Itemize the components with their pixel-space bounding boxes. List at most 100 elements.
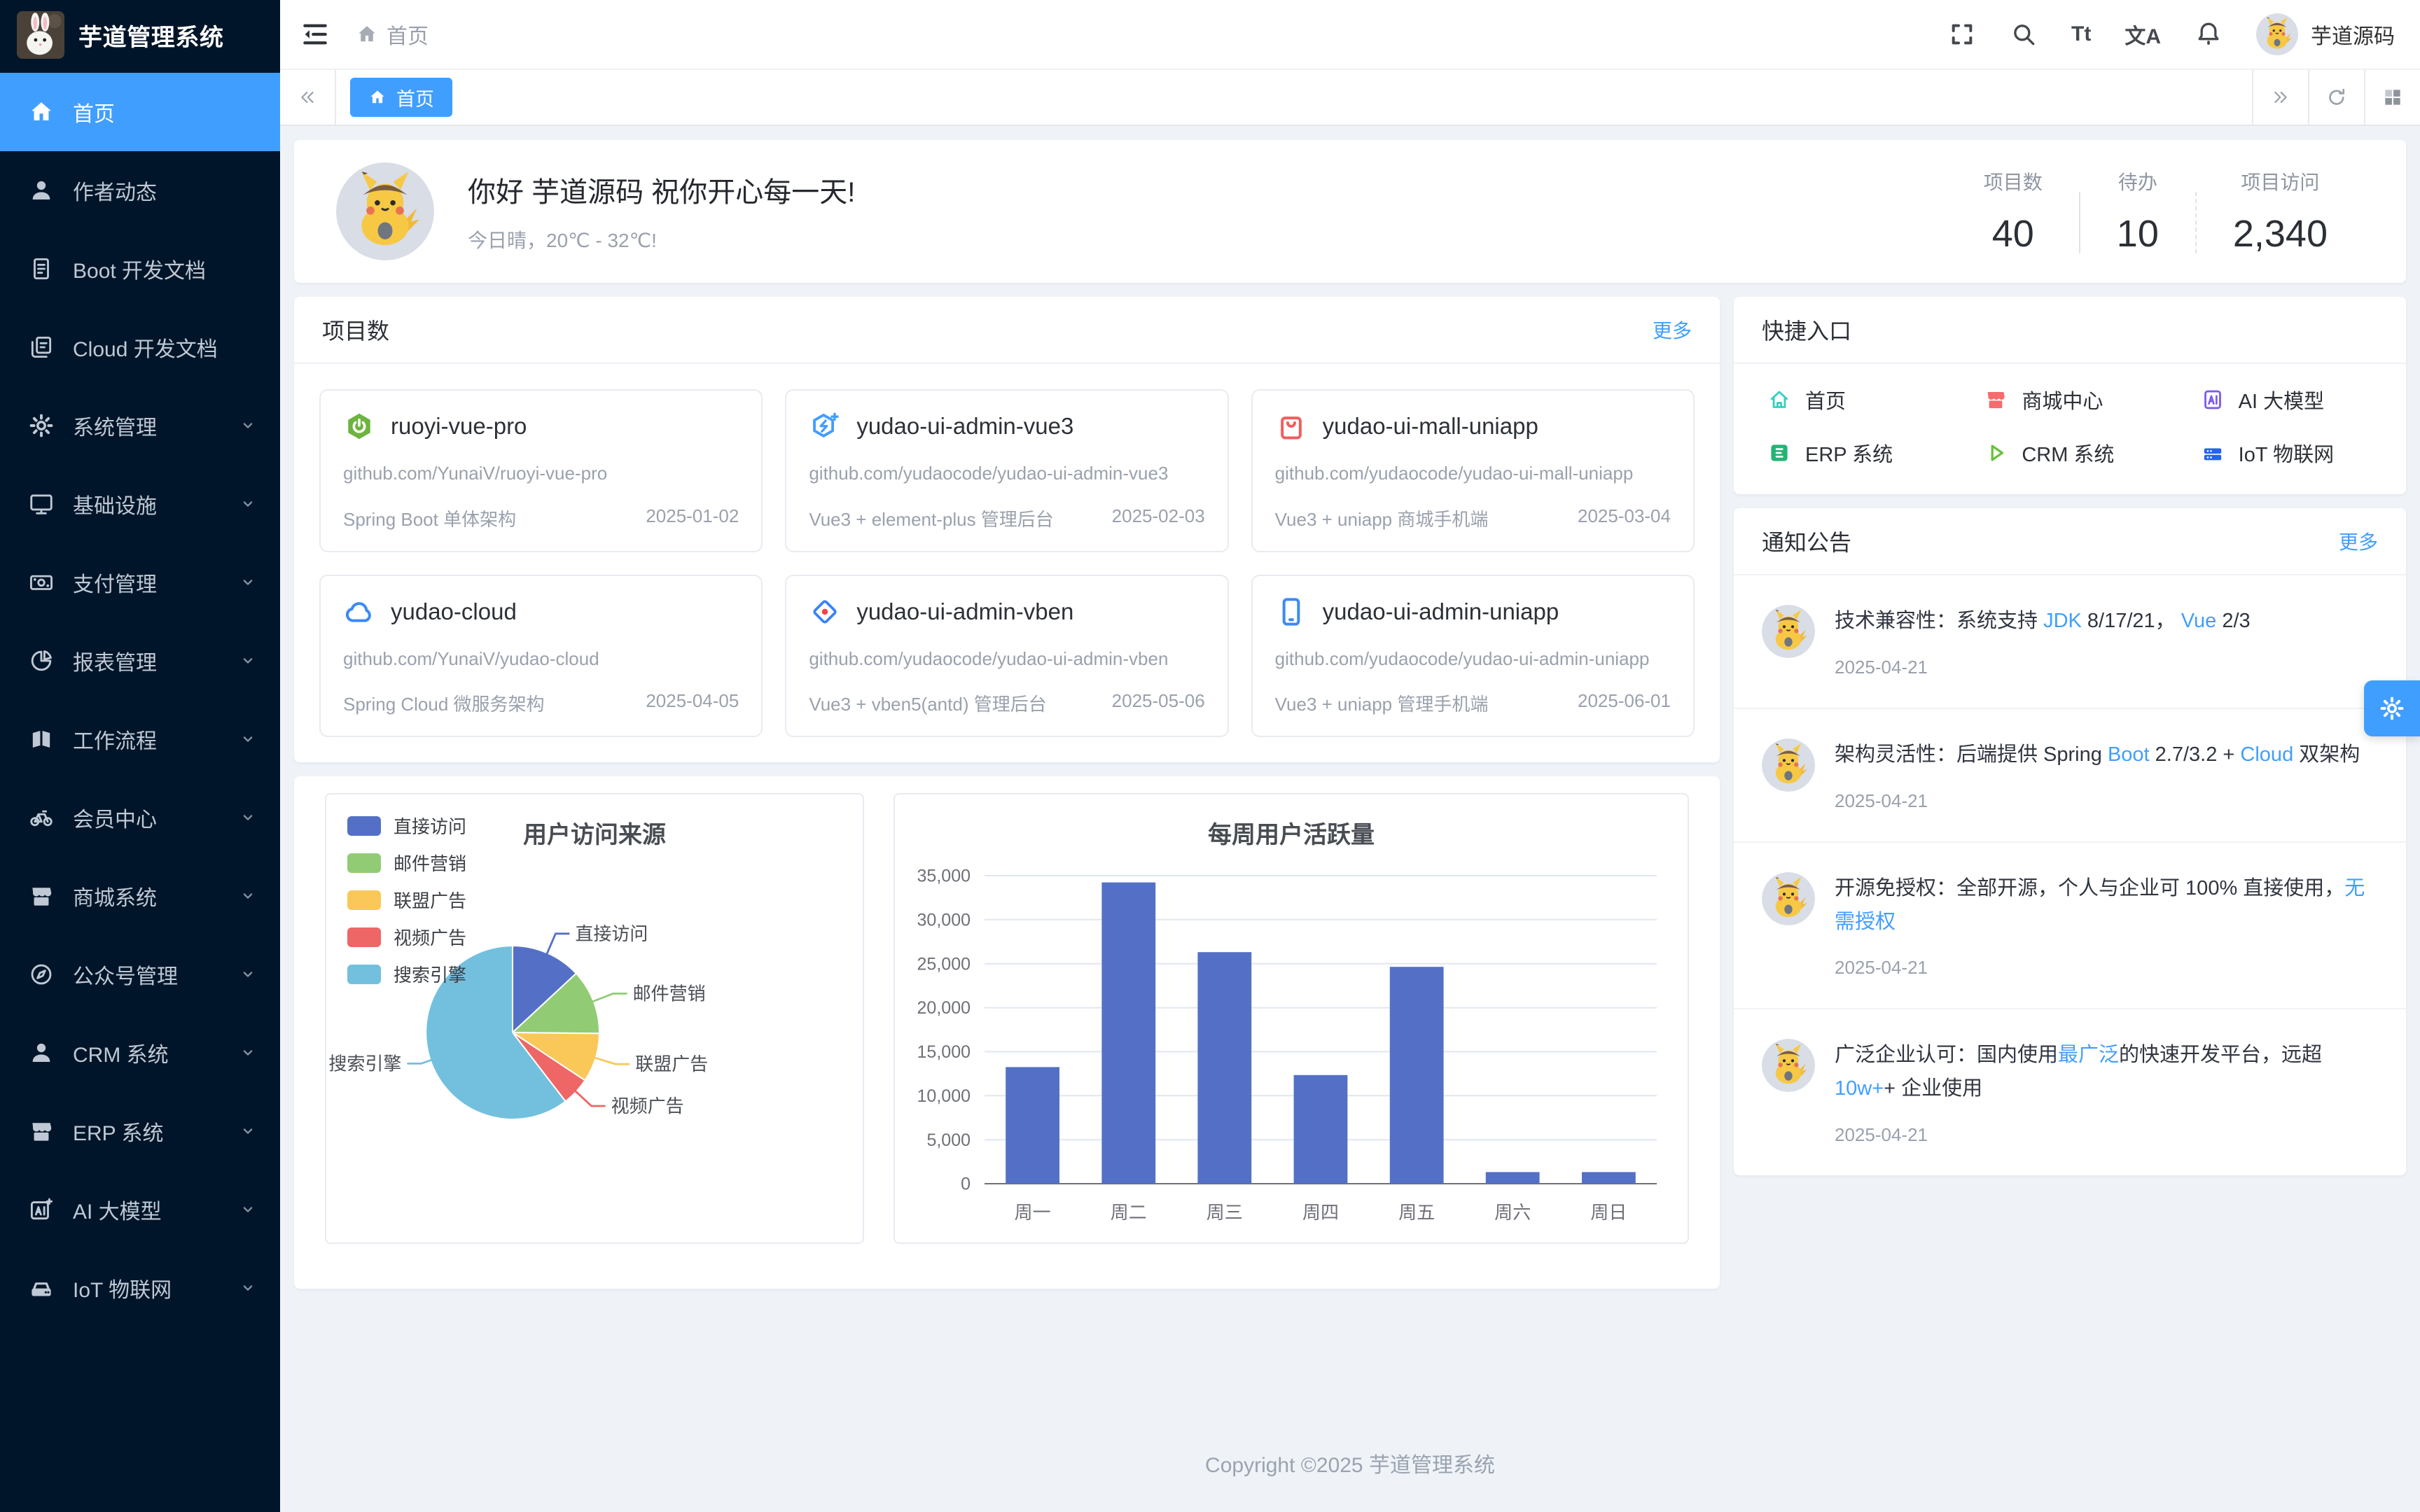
user-menu[interactable]: 芋道源码 [2256,13,2395,55]
project-name: ruoyi-vue-pro [391,413,527,440]
svg-text:0: 0 [961,1175,971,1194]
projects-panel-header: 项目数 更多 [294,297,1720,364]
legend-item-搜索引擎[interactable]: 搜索引擎 [347,961,466,987]
pie-legend: 直接访问邮件营销联盟广告视频广告搜索引擎 [347,813,466,987]
chevron-down-icon [238,1121,258,1141]
stat-1: 项目数40 [1947,167,2079,255]
sidebar-item-boot-doc[interactable]: Boot 开发文档 [0,230,280,308]
notice-item-3[interactable]: 开源免授权：全部开源，个人与企业可 100% 直接使用，无需授权2025-04-… [1734,843,2406,1010]
font-size-button[interactable]: Tt [2071,20,2091,48]
sidebar-item-pay[interactable]: 支付管理 [0,543,280,622]
mall-icon [1984,388,2008,412]
shortcut-erp[interactable]: ERP 系统 [1745,438,1961,468]
logo-row[interactable]: 芋道管理系统 [0,0,280,70]
chevron-down-icon [238,416,258,435]
svg-text:周五: 周五 [1398,1202,1435,1223]
svg-text:周三: 周三 [1206,1202,1243,1223]
svg-text:20,000: 20,000 [917,999,971,1018]
sidebar-item-label: 工作流程 [73,724,238,755]
tab-home[interactable]: 首页 [350,78,452,117]
svg-text:邮件营销: 邮件营销 [633,983,706,1004]
shortcut-ai[interactable]: AI 大模型 [2178,385,2395,414]
project-desc: Vue3 + vben5(antd) 管理后台 [809,690,1046,716]
shortcut-mall[interactable]: 商城中心 [1961,385,2178,414]
sidebar-item-author[interactable]: 作者动态 [0,151,280,230]
svg-text:周日: 周日 [1590,1202,1627,1223]
notice-item-4[interactable]: 广泛企业认可：国内使用最广泛的快速开发平台，远超 10w++ 企业使用2025-… [1734,1009,2406,1175]
legend-item-直接访问[interactable]: 直接访问 [347,813,466,839]
notice-item-2[interactable]: 架构灵活性：后端提供 Spring Boot 2.7/3.2 + Cloud 双… [1734,709,2406,843]
bar-chart-canvas[interactable]: 05,00010,00015,00020,00025,00030,00035,0… [895,794,1688,1242]
notice-item-1[interactable]: 技术兼容性：系统支持 JDK 8/17/21， Vue 2/32025-04-2… [1734,575,2406,709]
project-card-yudao-cloud[interactable]: yudao-cloudgithub.com/YunaiV/yudao-cloud… [319,575,763,738]
app-layout: 芋道管理系统 首页作者动态Boot 开发文档Cloud 开发文档系统管理基础设施… [0,0,2420,1512]
sidebar-item-mall[interactable]: 商城系统 [0,857,280,935]
project-card-yudao-ui-mall-uniapp[interactable]: yudao-ui-mall-uniappgithub.com/yudaocode… [1251,389,1695,552]
pie-icon [28,648,55,674]
project-repo: github.com/YunaiV/ruoyi-vue-pro [343,461,739,487]
welcome-texts: 你好 芋道源码 祝你开心每一天! 今日晴，20℃ - 32℃! [468,169,855,253]
collapse-sidebar-icon[interactable] [300,19,331,50]
chevron-down-icon [238,1200,258,1219]
sidebar-item-report[interactable]: 报表管理 [0,622,280,700]
legend-item-联盟广告[interactable]: 联盟广告 [347,887,466,913]
erp-icon [1767,441,1791,465]
project-card-ruoyi-vue-pro[interactable]: ruoyi-vue-pro github.com/YunaiV/ruoyi-vue… [319,389,763,552]
project-desc: Vue3 + uniapp 商城手机端 [1275,505,1489,531]
stat-label: 项目访问 [2233,167,2328,195]
legend-item-邮件营销[interactable]: 邮件营销 [347,850,466,876]
sidebar-item-home[interactable]: 首页 [0,73,280,151]
user-icon [28,177,55,204]
project-card-yudao-ui-admin-uniapp[interactable]: yudao-ui-admin-uniappgithub.com/yudaocod… [1251,575,1695,738]
project-card-yudao-ui-admin-vue3[interactable]: yudao-ui-admin-vue3github.com/yudaocode/… [785,389,1228,552]
tabs-scroll-left-icon[interactable] [280,70,336,125]
settings-drawer-button[interactable] [2364,680,2420,736]
shortcut-label: AI 大模型 [2239,385,2324,414]
notice-date: 2025-04-21 [1835,657,2251,678]
sidebar-item-infra[interactable]: 基础设施 [0,465,280,543]
sidebar-item-label: 报表管理 [73,645,238,676]
tabs-bar: 首页 [280,70,2420,126]
sidebar-item-ai[interactable]: AI 大模型 [0,1170,280,1249]
notices-panel: 通知公告 更多 技术兼容性：系统支持 JDK 8/17/21， Vue 2/32… [1734,508,2406,1175]
chevron-down-icon [238,808,258,827]
legend-item-视频广告[interactable]: 视频广告 [347,924,466,950]
home-icon [1767,388,1791,412]
sidebar-item-label: 基础设施 [73,489,238,519]
language-button[interactable]: 文A [2125,20,2161,48]
sidebar-item-member[interactable]: 会员中心 [0,778,280,857]
notices-more-link[interactable]: 更多 [2339,527,2378,555]
fullscreen-icon[interactable] [1948,20,1976,48]
refresh-icon[interactable] [2308,70,2364,125]
shortcuts-panel-header: 快捷入口 [1734,297,2406,364]
tab-label: 首页 [396,84,434,111]
sidebar-item-crm[interactable]: CRM 系统 [0,1014,280,1092]
sidebar-item-workflow[interactable]: 工作流程 [0,700,280,778]
notice-avatar [1762,872,1815,925]
project-card-yudao-ui-admin-vben[interactable]: yudao-ui-admin-vbengithub.com/yudaocode/… [785,575,1228,738]
sidebar-item-erp[interactable]: ERP 系统 [0,1092,280,1170]
sidebar-item-mp[interactable]: 公众号管理 [0,935,280,1014]
project-desc: Vue3 + uniapp 管理手机端 [1275,690,1489,716]
tabs-scroll-right-icon[interactable] [2252,70,2308,125]
projects-more-link[interactable]: 更多 [1653,316,1692,344]
notice-list: 技术兼容性：系统支持 JDK 8/17/21， Vue 2/32025-04-2… [1734,575,2406,1175]
shortcut-home[interactable]: 首页 [1745,385,1961,414]
svg-text:周四: 周四 [1302,1202,1339,1223]
shortcut-crm[interactable]: CRM 系统 [1961,438,2178,468]
svg-text:周二: 周二 [1111,1202,1147,1223]
welcome-stats: 项目数40待办10项目访问2,340 [1947,167,2364,255]
notice-date: 2025-04-21 [1835,1124,2378,1146]
notices-panel-title: 通知公告 [1762,525,1851,557]
sidebar-item-cloud-doc[interactable]: Cloud 开发文档 [0,308,280,386]
search-icon[interactable] [2010,20,2038,48]
shortcut-iot[interactable]: IoT 物联网 [2178,438,2395,468]
stat-value: 10 [2117,212,2159,255]
layout-grid-icon[interactable] [2364,70,2420,125]
breadcrumb-label: 首页 [387,19,429,50]
svg-text:直接访问: 直接访问 [575,923,648,944]
notification-bell-icon[interactable] [2195,20,2223,48]
breadcrumb[interactable]: 首页 [356,19,429,50]
sidebar-item-system[interactable]: 系统管理 [0,386,280,465]
sidebar-item-iot[interactable]: IoT 物联网 [0,1249,280,1327]
